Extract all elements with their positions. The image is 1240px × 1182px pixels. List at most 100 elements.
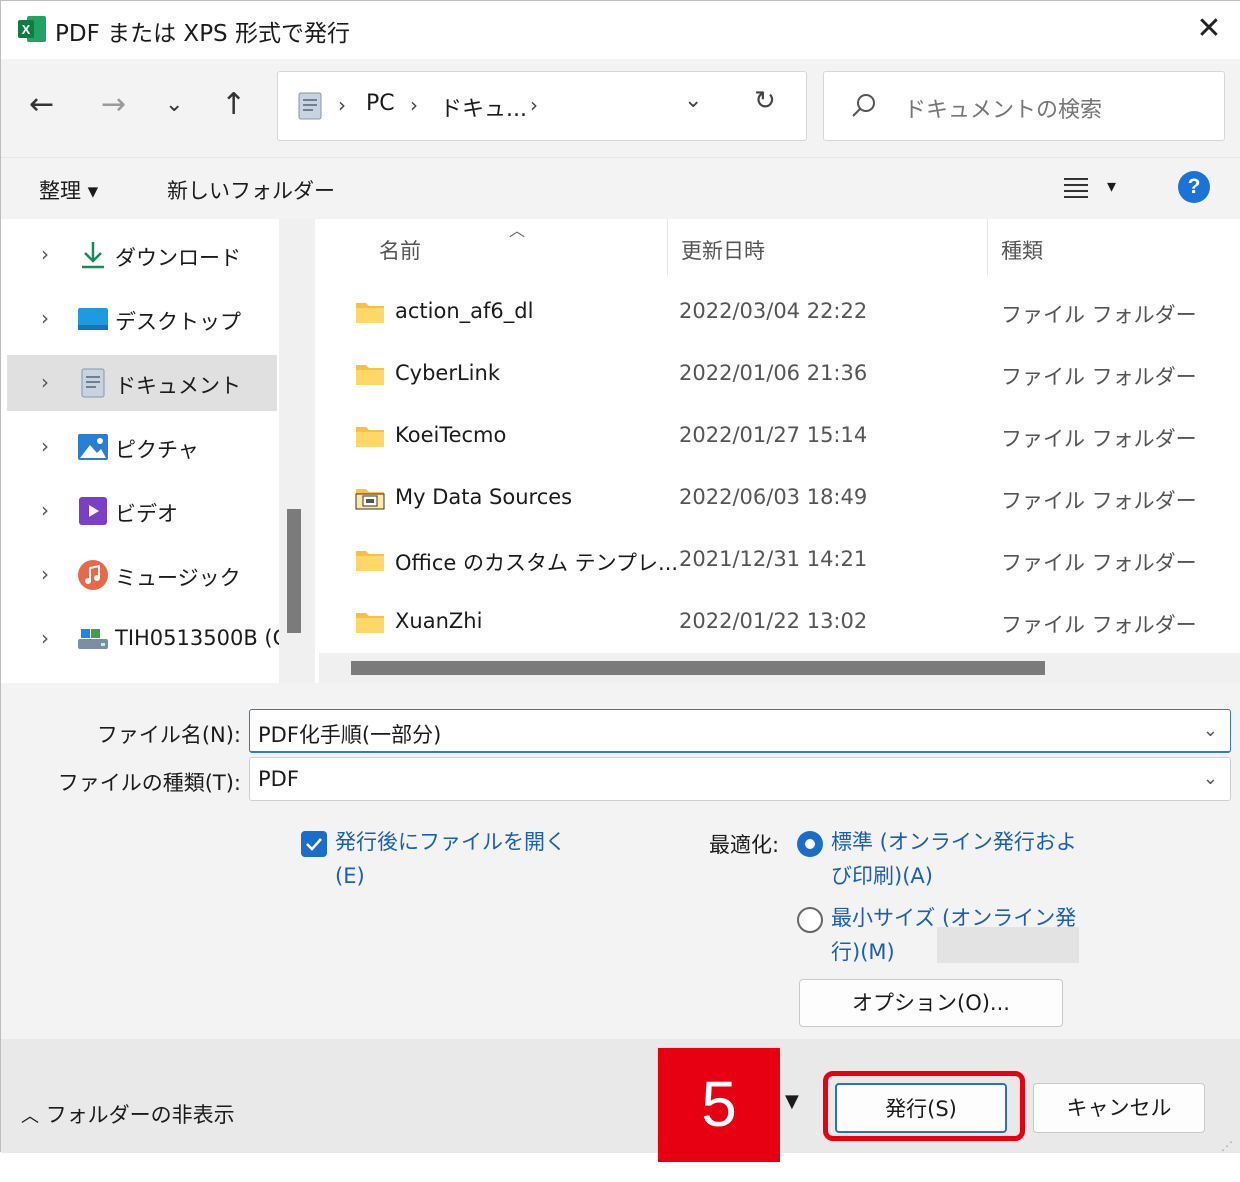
optimize-minimum-label-cont[interactable]: 行)(M) (831, 935, 895, 969)
sidebar-item-documents[interactable]: › ドキュメント (7, 355, 277, 411)
excel-app-icon: X (18, 16, 46, 42)
breadcrumb-pc[interactable]: PC (366, 91, 395, 116)
music-icon (78, 560, 108, 590)
sidebar-scrollbar-thumb[interactable] (287, 509, 301, 633)
breadcrumb-documents[interactable]: ドキュ... (440, 91, 527, 123)
expand-chevron-icon[interactable]: › (41, 434, 49, 458)
chevron-down-icon[interactable]: ⌄ (1203, 768, 1218, 789)
expand-chevron-icon[interactable]: › (41, 242, 49, 266)
close-icon[interactable]: ✕ (1187, 9, 1231, 49)
options-button[interactable]: オプション(O)... (799, 979, 1063, 1027)
list-item[interactable]: CyberLink 2022/01/06 21:36 ファイル フォルダー (315, 347, 1240, 409)
documents-icon (298, 92, 322, 120)
resize-grip-icon[interactable]: ⋰ (1221, 1139, 1233, 1153)
optimize-standard-radio[interactable] (797, 831, 823, 857)
file-list: ︿ 名前 更新日時 種類 action_af6_dl 2022/03/04 22… (315, 219, 1240, 683)
list-item[interactable]: XuanZhi 2022/01/22 13:02 ファイル フォルダー (315, 595, 1240, 657)
file-type: ファイル フォルダー (1001, 613, 1197, 637)
sidebar-item-label: ドキュメント (115, 374, 241, 398)
publish-button[interactable]: 発行(S) (835, 1083, 1007, 1133)
column-header-type[interactable]: 種類 (1001, 235, 1043, 265)
sidebar-item-label: ビデオ (115, 502, 178, 526)
optimize-standard-label[interactable]: 標準 (オンライン発行およ (831, 825, 1077, 859)
hide-folders-label: フォルダーの非表示 (45, 1103, 235, 1127)
file-name: Office のカスタム テンプレ... (395, 551, 679, 575)
back-arrow-icon[interactable]: ← (29, 85, 54, 125)
breadcrumb-separator-icon: › (338, 93, 346, 117)
file-type: ファイル フォルダー (1001, 365, 1197, 389)
forward-arrow-icon[interactable]: → (101, 85, 126, 125)
data-sources-folder-icon (355, 489, 385, 510)
open-after-publish-checkbox[interactable] (301, 831, 327, 857)
column-divider[interactable] (987, 219, 988, 275)
recent-locations-chevron-icon[interactable]: ⌄ (165, 85, 183, 125)
breadcrumb-separator-icon: › (410, 93, 418, 117)
folder-icon (356, 365, 384, 385)
optimize-standard-label-cont[interactable]: び印刷)(A) (831, 859, 933, 893)
sidebar-item-label: デスクトップ (115, 310, 241, 334)
file-name: KoeiTecmo (395, 423, 507, 447)
svg-text:X: X (22, 22, 31, 37)
file-name: action_af6_dl (395, 299, 534, 323)
column-divider[interactable] (667, 219, 668, 275)
refresh-icon[interactable]: ↻ (754, 86, 776, 116)
expand-chevron-icon[interactable]: › (41, 370, 49, 394)
help-icon[interactable]: ? (1178, 171, 1210, 203)
search-box[interactable]: ドキュメントの検索 (823, 71, 1225, 141)
filename-label: ファイル名(N): (96, 723, 241, 747)
expand-chevron-icon[interactable]: › (41, 306, 49, 330)
folder-icon (356, 427, 384, 447)
column-header-date[interactable]: 更新日時 (681, 235, 765, 265)
expand-chevron-icon[interactable]: › (41, 498, 49, 522)
publish-dropdown-icon[interactable]: ▼ (785, 1091, 799, 1112)
address-bar[interactable]: › PC › ドキュ... › ⌄ ↻ (277, 71, 807, 141)
window-title: PDF または XPS 形式で発行 (55, 21, 350, 47)
expand-chevron-icon[interactable]: › (41, 626, 49, 650)
sidebar-item-label: ピクチャ (115, 438, 199, 462)
open-after-publish-label[interactable]: 発行後にファイルを開く (335, 825, 566, 859)
list-item[interactable]: My Data Sources 2022/06/03 18:49 ファイル フォ… (315, 471, 1240, 533)
sidebar-item-videos[interactable]: › ビデオ (7, 483, 277, 539)
hide-folders-toggle[interactable]: ︿ フォルダーの非表示 (21, 1099, 235, 1129)
filetype-label: ファイルの種類(T): (57, 771, 241, 795)
file-type: ファイル フォルダー (1001, 427, 1197, 451)
list-item[interactable]: Office のカスタム テンプレ... 2021/12/31 14:21 ファ… (315, 533, 1240, 595)
organize-menu-button[interactable]: 整理 ▾ (39, 175, 98, 205)
new-folder-button[interactable]: 新しいフォルダー (167, 175, 335, 205)
filename-value: PDF化手順(一部分) (258, 723, 442, 747)
list-item[interactable]: KoeiTecmo 2022/01/27 15:14 ファイル フォルダー (315, 409, 1240, 471)
address-dropdown-icon[interactable]: ⌄ (684, 88, 702, 113)
file-name: My Data Sources (395, 485, 573, 509)
sidebar-item-desktop[interactable]: › デスクトップ (7, 291, 277, 347)
sidebar-item-pictures[interactable]: › ピクチャ (7, 419, 277, 475)
search-placeholder: ドキュメントの検索 (904, 98, 1103, 123)
chevron-down-icon[interactable]: ⌄ (1203, 720, 1218, 741)
open-after-publish-shortcut[interactable]: (E) (335, 859, 365, 893)
view-dropdown-icon[interactable]: ▾ (1107, 176, 1116, 197)
file-date: 2022/01/27 15:14 (679, 423, 868, 447)
horizontal-scrollbar-thumb[interactable] (351, 661, 1045, 675)
step-number-badge: 5 (658, 1048, 780, 1162)
filetype-select[interactable]: PDF ⌄ (249, 757, 1231, 801)
cancel-button[interactable]: キャンセル (1033, 1083, 1205, 1133)
folder-icon (356, 303, 384, 323)
up-arrow-icon[interactable]: ↑ (221, 85, 246, 125)
sort-ascending-icon: ︿ (509, 221, 526, 240)
column-header-name[interactable]: 名前 (379, 235, 421, 265)
list-item[interactable]: action_af6_dl 2022/03/04 22:22 ファイル フォルダ… (315, 285, 1240, 347)
view-options-icon[interactable] (1063, 175, 1089, 199)
redacted-area (937, 927, 1079, 963)
title-bar: X PDF または XPS 形式で発行 ✕ (1, 1, 1240, 59)
sidebar-item-drive[interactable]: › TIH0513500B (C (7, 611, 287, 667)
sidebar-item-downloads[interactable]: › ダウンロード (7, 227, 277, 283)
drive-icon (78, 629, 108, 649)
breadcrumb-separator-icon[interactable]: › (530, 93, 538, 117)
navigation-pane: › ダウンロード › デスクトップ › ドキュメント › ピクチャ › ビデオ … (1, 219, 315, 683)
file-type: ファイル フォルダー (1001, 303, 1197, 327)
file-date: 2022/01/06 21:36 (679, 361, 868, 385)
filename-input[interactable]: PDF化手順(一部分) ⌄ (249, 709, 1231, 753)
expand-chevron-icon[interactable]: › (41, 562, 49, 586)
chevron-up-icon: ︿ (21, 1106, 39, 1127)
optimize-minimum-radio[interactable] (797, 907, 823, 933)
sidebar-item-music[interactable]: › ミュージック (7, 547, 277, 603)
